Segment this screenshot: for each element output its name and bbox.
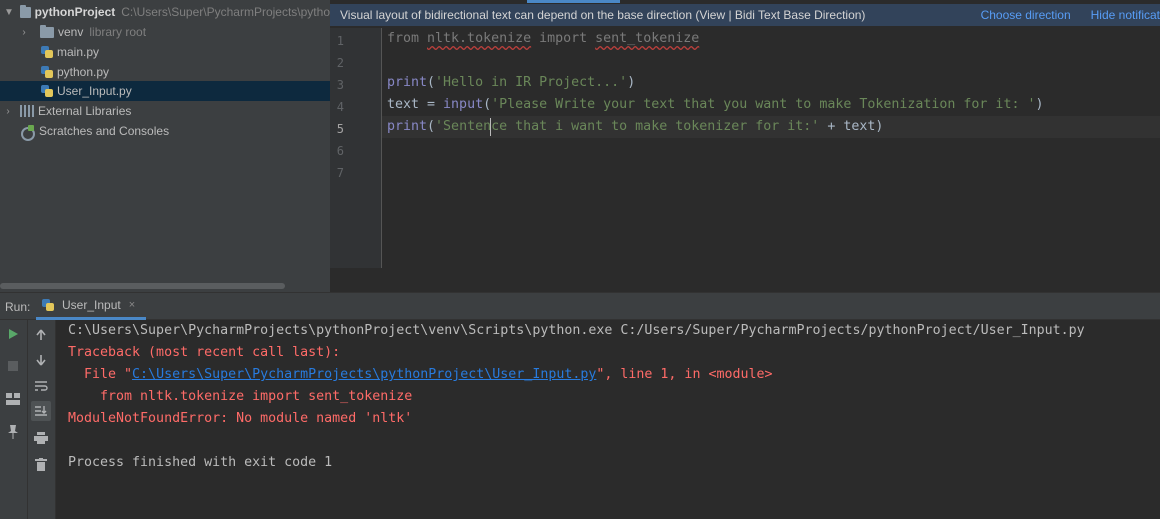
chevron-right-icon[interactable]: ›	[2, 106, 14, 117]
tree-item-python-py[interactable]: python.py	[0, 62, 330, 82]
code-line-3[interactable]: print('Hello in IR Project...')	[387, 72, 635, 94]
line-number: 1	[336, 34, 344, 48]
tree-item-venv[interactable]: › venv library root	[0, 22, 330, 42]
horizontal-scrollbar[interactable]	[0, 283, 285, 289]
paren: (	[427, 75, 436, 90]
code-line-1[interactable]: from nltk.tokenize import sent_tokenize	[387, 28, 699, 50]
file-label: python.py	[57, 65, 110, 79]
unresolved-name: sent_tokenize	[595, 31, 700, 46]
console-traceback-code: from nltk.tokenize import sent_tokenize	[68, 389, 413, 404]
close-icon[interactable]: ×	[129, 299, 135, 311]
scroll-to-end-icon[interactable]	[31, 401, 51, 421]
print-icon[interactable]	[31, 428, 51, 448]
text-caret	[490, 118, 491, 136]
file-label: main.py	[57, 45, 100, 59]
hide-notification-link[interactable]: Hide notificat	[1091, 8, 1160, 22]
layout-icon[interactable]	[3, 389, 23, 409]
keyword-from: from	[387, 31, 428, 46]
run-toolbar	[0, 320, 56, 519]
editor-empty-area[interactable]	[330, 268, 1160, 292]
run-tool-window-header: Run: User_Input ×	[0, 292, 1160, 320]
tree-item-user-input-py[interactable]: User_Input.py	[0, 81, 330, 101]
library-icon	[20, 105, 34, 117]
stop-icon[interactable]	[3, 356, 23, 376]
builtin-print: print	[387, 75, 428, 90]
run-label: Run:	[5, 300, 31, 314]
run-tab-user-input[interactable]: User_Input ×	[36, 293, 146, 320]
string-literal: 'Sentence that i want to make tokenizer …	[435, 119, 820, 134]
trash-icon[interactable]	[31, 454, 51, 474]
notification-message: Visual layout of bidirectional text can …	[340, 8, 866, 22]
expression-rest: + text)	[819, 119, 884, 134]
console-exit-message: Process finished with exit code 1	[68, 455, 333, 470]
scroll-up-icon[interactable]	[31, 325, 51, 345]
folder-icon	[40, 24, 54, 38]
venv-label: venv	[58, 25, 84, 39]
python-file-icon	[41, 66, 53, 78]
chevron-down-icon[interactable]: ▼	[4, 7, 14, 18]
traceback-file-suffix: ", line 1, in <module>	[596, 367, 773, 382]
soft-wrap-icon[interactable]	[31, 376, 51, 396]
scratches-label: Scratches and Consoles	[39, 124, 170, 138]
project-name: pythonProject	[34, 5, 116, 19]
console-traceback-header: Traceback (most recent call last):	[68, 345, 341, 360]
tree-item-external-libraries[interactable]: › External Libraries	[0, 101, 330, 121]
unresolved-module: nltk.tokenize	[427, 31, 532, 46]
line-number: 4	[336, 100, 344, 114]
pin-icon[interactable]	[3, 422, 23, 442]
current-line-number: 5	[336, 122, 344, 136]
project-path: C:\Users\Super\PycharmProjects\pytho	[121, 5, 330, 19]
string-literal: 'Please Write your text that you want to…	[491, 97, 1036, 112]
venv-note: library root	[89, 25, 147, 39]
string-literal: 'Hello in IR Project...'	[435, 75, 628, 90]
line-number-gutter[interactable]: 1 2 3 4 5 6 7	[330, 28, 382, 268]
active-editor-tab-indicator	[527, 0, 620, 3]
traceback-file-link[interactable]: C:\Users\Super\PycharmProjects\pythonPro…	[132, 367, 596, 382]
assignment: text =	[387, 97, 444, 112]
scratches-icon	[21, 124, 35, 141]
line-number: 6	[336, 144, 344, 158]
traceback-file-prefix: File "	[68, 367, 133, 382]
notification-bar: Visual layout of bidirectional text can …	[330, 4, 1160, 26]
paren: (	[483, 97, 492, 112]
tree-item-main-py[interactable]: main.py	[0, 42, 330, 62]
rerun-icon[interactable]	[3, 324, 23, 344]
external-libraries-label: External Libraries	[38, 104, 132, 118]
line-number: 7	[336, 166, 344, 180]
folder-icon	[19, 4, 31, 18]
console-command-line: C:\Users\Super\PycharmProjects\pythonPro…	[68, 323, 1085, 338]
console-error-message: ModuleNotFoundError: No module named 'nl…	[68, 411, 413, 426]
python-file-icon	[41, 46, 53, 58]
file-label: User_Input.py	[57, 84, 132, 98]
paren: (	[427, 119, 436, 134]
line-number: 3	[336, 78, 344, 92]
run-tab-label: User_Input	[62, 298, 121, 312]
choose-direction-link[interactable]: Choose direction	[981, 8, 1071, 22]
tree-item-scratches[interactable]: Scratches and Consoles	[0, 121, 330, 141]
chevron-right-icon[interactable]: ›	[18, 27, 30, 38]
scroll-down-icon[interactable]	[31, 350, 51, 370]
toolbar-divider	[27, 320, 28, 519]
line-number: 2	[336, 56, 344, 70]
paren: )	[627, 75, 636, 90]
builtin-input: input	[443, 97, 484, 112]
paren: )	[1035, 97, 1044, 112]
python-file-icon	[41, 85, 53, 97]
keyword-import: import	[531, 31, 596, 46]
builtin-print: print	[387, 119, 428, 134]
code-line-4[interactable]: text = input('Please Write your text tha…	[387, 94, 1043, 116]
code-line-5[interactable]: print('Sentence that i want to make toke…	[387, 116, 883, 138]
tree-root-pythonproject[interactable]: ▼ pythonProject C:\Users\Super\PycharmPr…	[0, 2, 330, 22]
console-traceback-file-line: File "C:\Users\Super\PycharmProjects\pyt…	[68, 364, 773, 386]
python-file-icon	[42, 299, 54, 311]
project-tool-window: ▼ pythonProject C:\Users\Super\PycharmPr…	[0, 0, 330, 292]
